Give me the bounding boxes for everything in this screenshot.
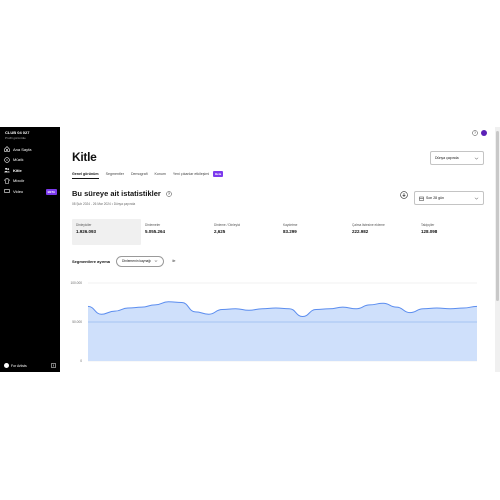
merch-icon [4,178,10,184]
sidebar-item-label: Müzik [13,157,24,163]
y-tick-label: 0 [80,359,82,363]
stats-row: Dinleyiciler 1.926.093 Dinlemeler 5.055.… [72,219,486,245]
tab-bar: Genel görünüm Segmentler Demografi Konum… [72,170,224,179]
chevron-down-icon [474,157,479,160]
artist-subtitle: Profili görüntüle [5,136,26,140]
series-area [88,301,477,361]
tab-location[interactable]: Konum [155,170,166,178]
dimension-select-value: Dinlemenin kaynağı [122,259,151,263]
home-icon [4,146,10,152]
artist-name: CLUB 04 027 [5,130,30,135]
section-title-text: Bu süreye ait istatistikler [72,189,161,198]
y-tick-label: 100.000 [70,281,82,285]
svg-text:?: ? [474,131,476,135]
stat-value: 83.299 [283,229,297,234]
sidebar-item-home[interactable]: Ana Sayfa [4,144,58,155]
footer-label: For Artists [11,363,27,368]
stat-label: Takipçiler [421,223,435,227]
stat-label: Kaydetme [283,223,298,227]
sidebar-item-music[interactable]: Müzik [4,155,58,166]
stat-label: Çalma listesine ekleme [352,223,385,227]
main-content: ? Kitle Dünya çapında Genel görünüm Segm… [60,127,495,372]
for-artists-brand[interactable]: For Artists [4,363,27,368]
sidebar-item-label: Kitle [13,167,22,173]
region-select-value: Dünya çapında [435,156,459,160]
date-range: 08 Şub 2024 - 26 Mar 2024 • Dünya çapınd… [72,202,136,206]
info-icon[interactable]: ? [166,190,172,197]
stat-value: 5.055.264 [145,229,166,234]
avatar[interactable] [481,130,487,136]
collapse-sidebar-icon[interactable] [51,363,56,368]
region-select[interactable]: Dünya çapında [430,151,484,165]
tab-release-engagement[interactable]: Yeni çıkanlar etkileşimi [173,170,209,178]
tab-demographics[interactable]: Demografi [131,170,148,178]
stat-value: 222.982 [352,229,369,234]
tab-segments[interactable]: Segmentler [106,170,124,178]
beta-badge: Beta [213,171,224,177]
spotify-logo-icon [4,363,9,368]
sidebar-item-label: Ana Sayfa [13,146,32,152]
help-icon[interactable]: ? [472,130,478,136]
stat-label: Dinlemeler [145,223,161,227]
y-tick-label: 50.000 [72,320,82,324]
stat-value: 1.926.093 [76,229,97,234]
download-icon[interactable] [400,191,408,199]
sidebar-item-merch[interactable]: Mixciir [4,176,58,187]
segment-row: Segmentlere ayırma Dinlemenin kaynağı il… [72,255,176,267]
audience-icon [4,167,10,173]
page-title: Kitle [72,150,97,164]
svg-text:?: ? [168,192,170,196]
top-right-actions: ? [472,130,487,136]
stat-label: Dinleyiciler [76,223,92,227]
segment-label: Segmentlere ayırma [72,258,111,264]
stat-card-listeners[interactable]: Dinleyiciler 1.926.093 [72,219,141,245]
stat-card-streams[interactable]: Dinlemeler 5.055.264 [141,219,210,245]
stat-card-streams-per-listener[interactable]: Dinleme / Dinleyici 2,625 [210,219,279,245]
artist-profile[interactable]: CLUB 04 027 Profili görüntüle [5,130,29,140]
top-blank-area [0,0,500,127]
stat-card-followers[interactable]: Takipçiler 128.098 [417,219,486,245]
sidebar-item-label: Mixciir [13,178,25,184]
chevron-down-icon [154,260,158,262]
calendar-icon [419,196,424,201]
range-select-value: Son 28 gün [426,196,444,200]
sidebar-item-label: Video [13,188,24,194]
stat-value: 2,625 [214,229,226,234]
sidebar: CLUB 04 027 Profili görüntüle Ana Sayfa … [0,127,60,372]
listeners-area-chart: 100.000 50.000 0 [70,281,478,363]
date-range-select[interactable]: Son 28 gün [414,191,484,205]
dimension-select[interactable]: Dinlemenin kaynağı [116,255,164,267]
sidebar-item-audience[interactable]: Kitle [4,165,58,176]
stat-value: 128.098 [421,229,438,234]
scrollbar-thumb[interactable] [496,131,499,301]
video-icon [4,188,10,194]
bottom-blank-area [0,372,500,500]
sidebar-item-video[interactable]: Video BETA [4,186,58,197]
stat-card-saves[interactable]: Kaydetme 83.299 [279,219,348,245]
beta-badge: BETA [45,188,57,195]
stat-card-playlist-adds[interactable]: Çalma listesine ekleme 222.982 [348,219,417,245]
stat-label: Dinleme / Dinleyici [214,223,241,227]
chevron-down-icon [474,197,479,200]
stats-section-title: Bu süreye ait istatistikler ? [72,189,172,198]
scrollbar[interactable] [495,127,500,372]
compare-text: ile [172,259,176,263]
music-icon [4,157,10,163]
sidebar-footer: For Artists [4,363,56,368]
tab-overview[interactable]: Genel görünüm [72,170,99,179]
sidebar-nav: Ana Sayfa Müzik Kitle Mixciir Video BETA [4,144,58,197]
